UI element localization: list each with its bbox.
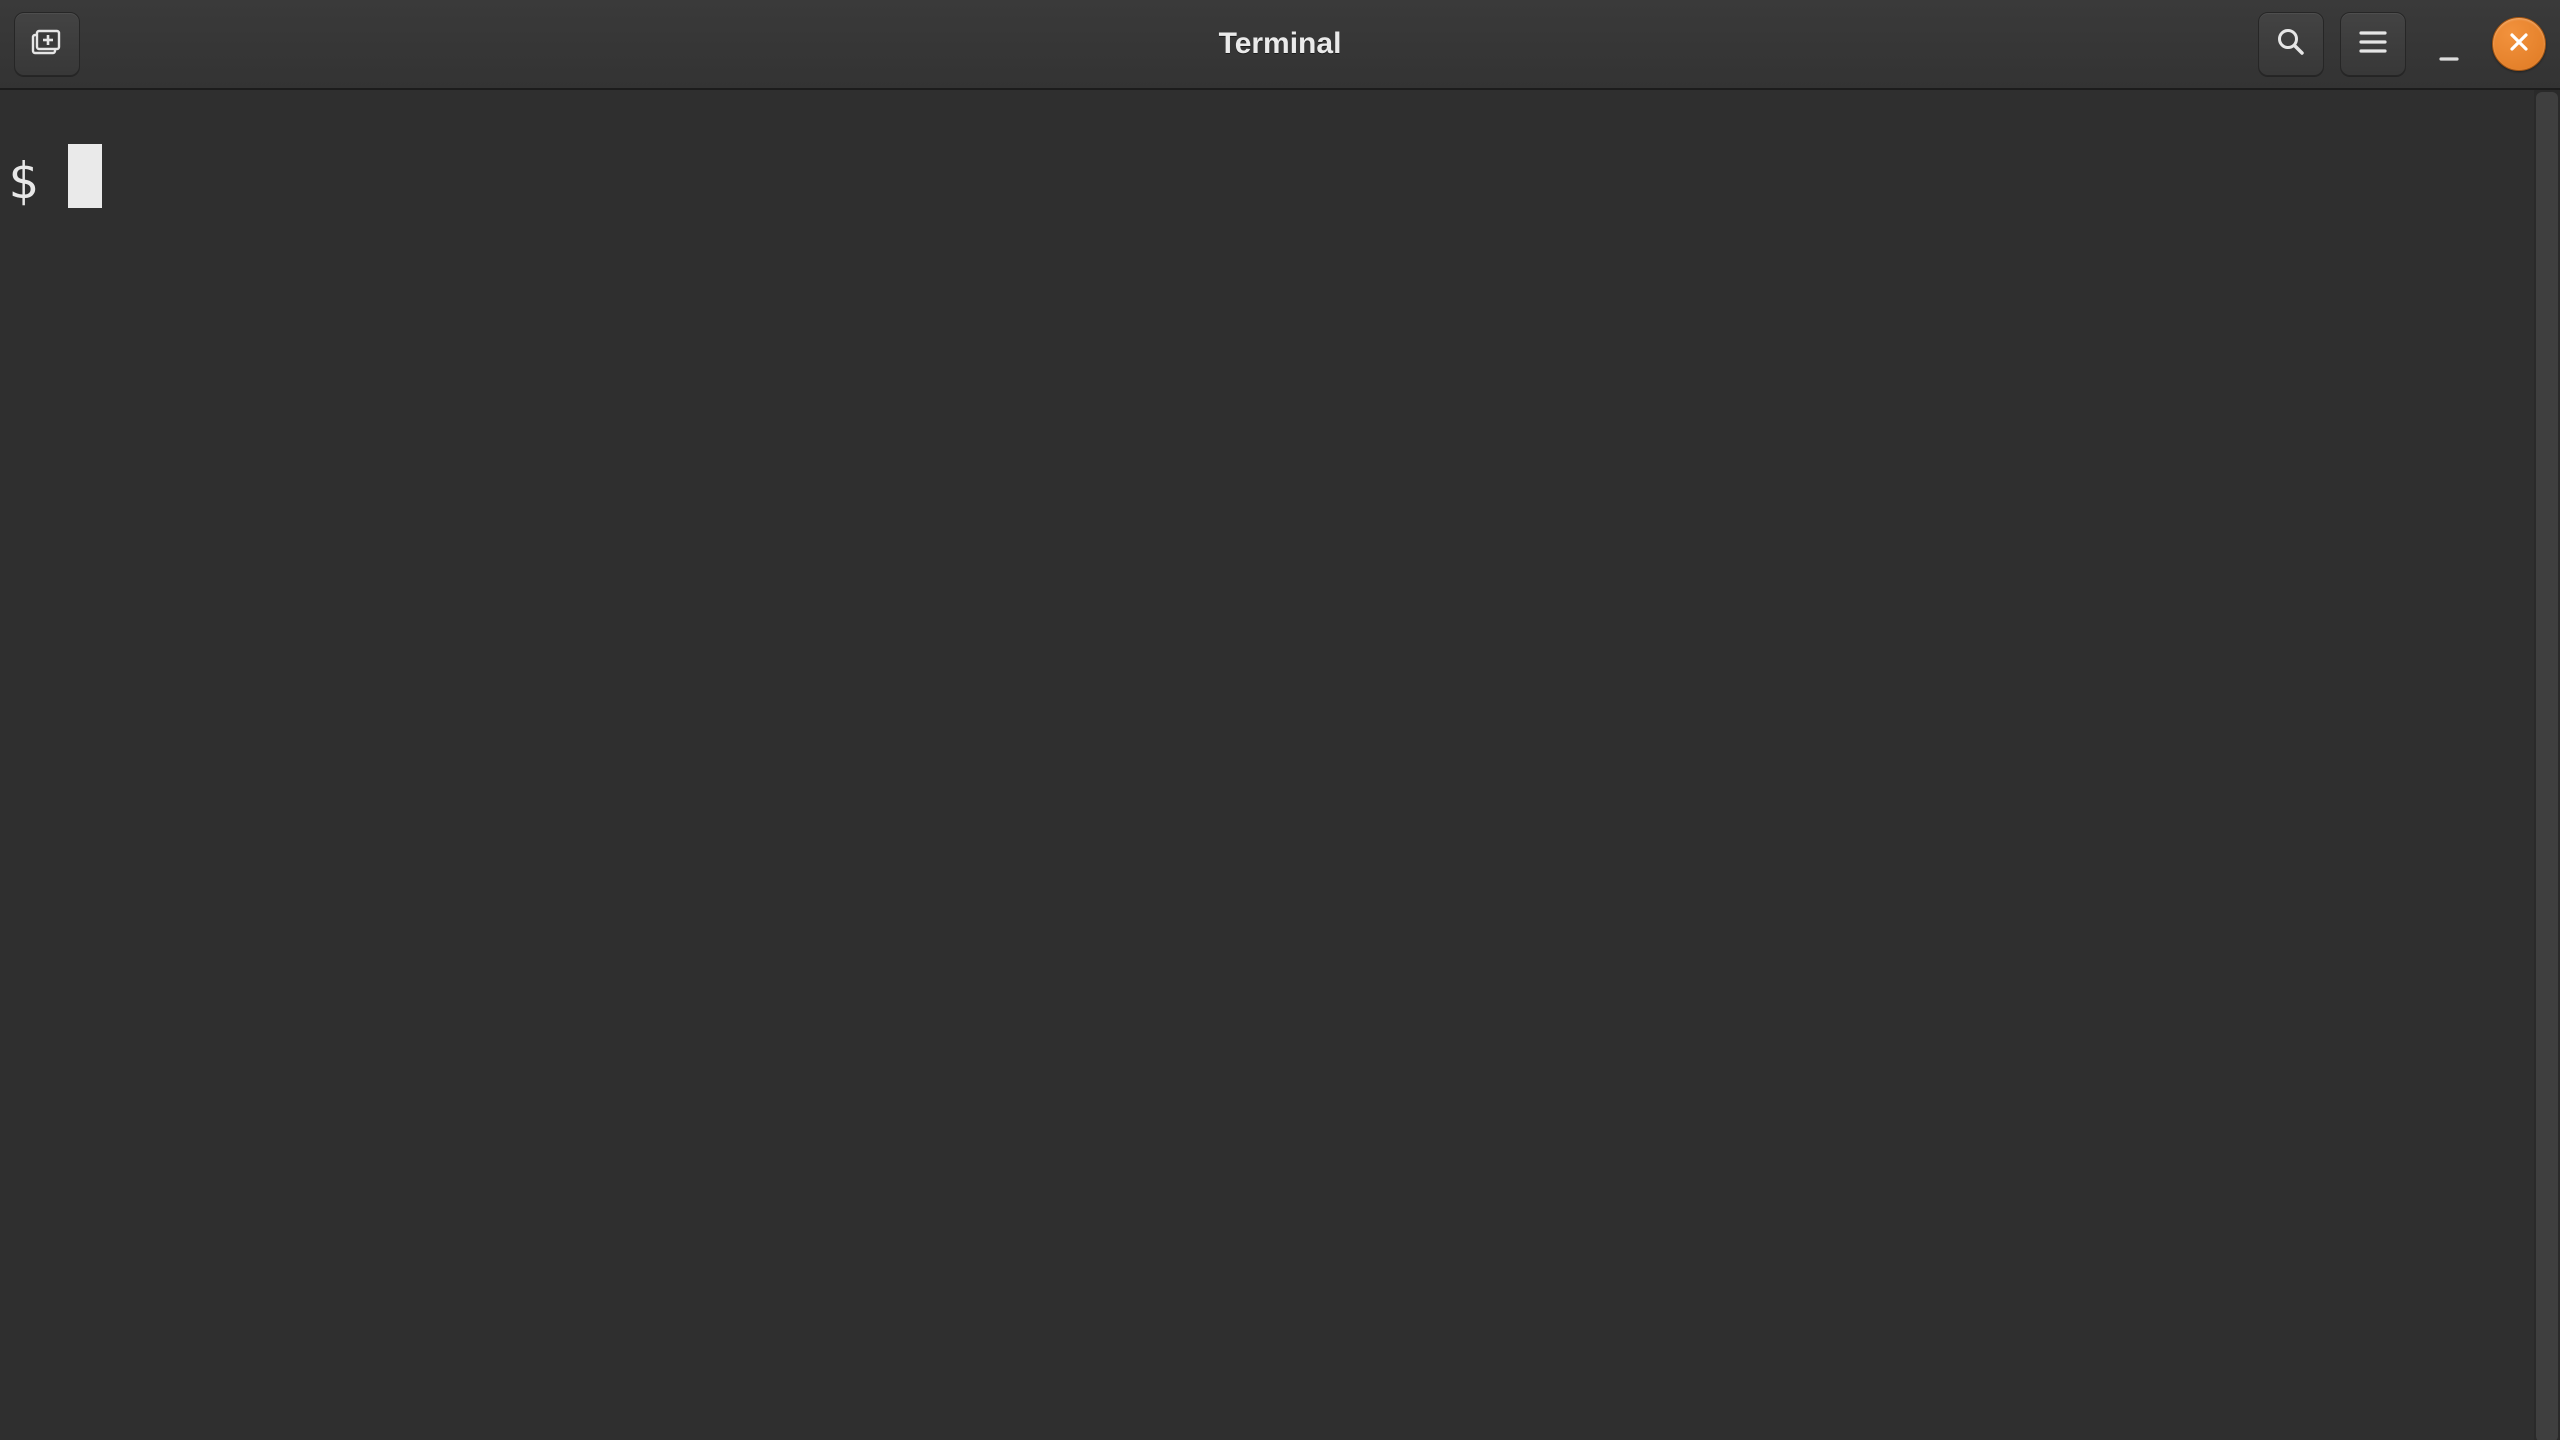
titlebar-left <box>14 12 80 76</box>
close-icon <box>2507 30 2531 59</box>
search-button[interactable] <box>2258 12 2324 76</box>
prompt: $ <box>8 150 68 213</box>
titlebar-right <box>2258 12 2546 76</box>
window-title: Terminal <box>1219 27 1342 61</box>
cursor <box>68 144 102 208</box>
minimize-button[interactable] <box>2422 17 2476 71</box>
close-button[interactable] <box>2492 17 2546 71</box>
titlebar: Terminal <box>0 0 2560 90</box>
minimize-icon <box>2438 37 2460 69</box>
search-icon <box>2275 26 2307 63</box>
prompt-line: $ <box>8 150 2552 213</box>
menu-button[interactable] <box>2340 12 2406 76</box>
scrollbar-thumb[interactable] <box>2536 92 2558 1440</box>
terminal-viewport[interactable]: $ <box>0 90 2560 1440</box>
scrollbar-track[interactable] <box>2534 90 2560 1440</box>
new-tab-icon <box>31 27 63 62</box>
hamburger-icon <box>2358 29 2388 60</box>
new-tab-button[interactable] <box>14 12 80 76</box>
